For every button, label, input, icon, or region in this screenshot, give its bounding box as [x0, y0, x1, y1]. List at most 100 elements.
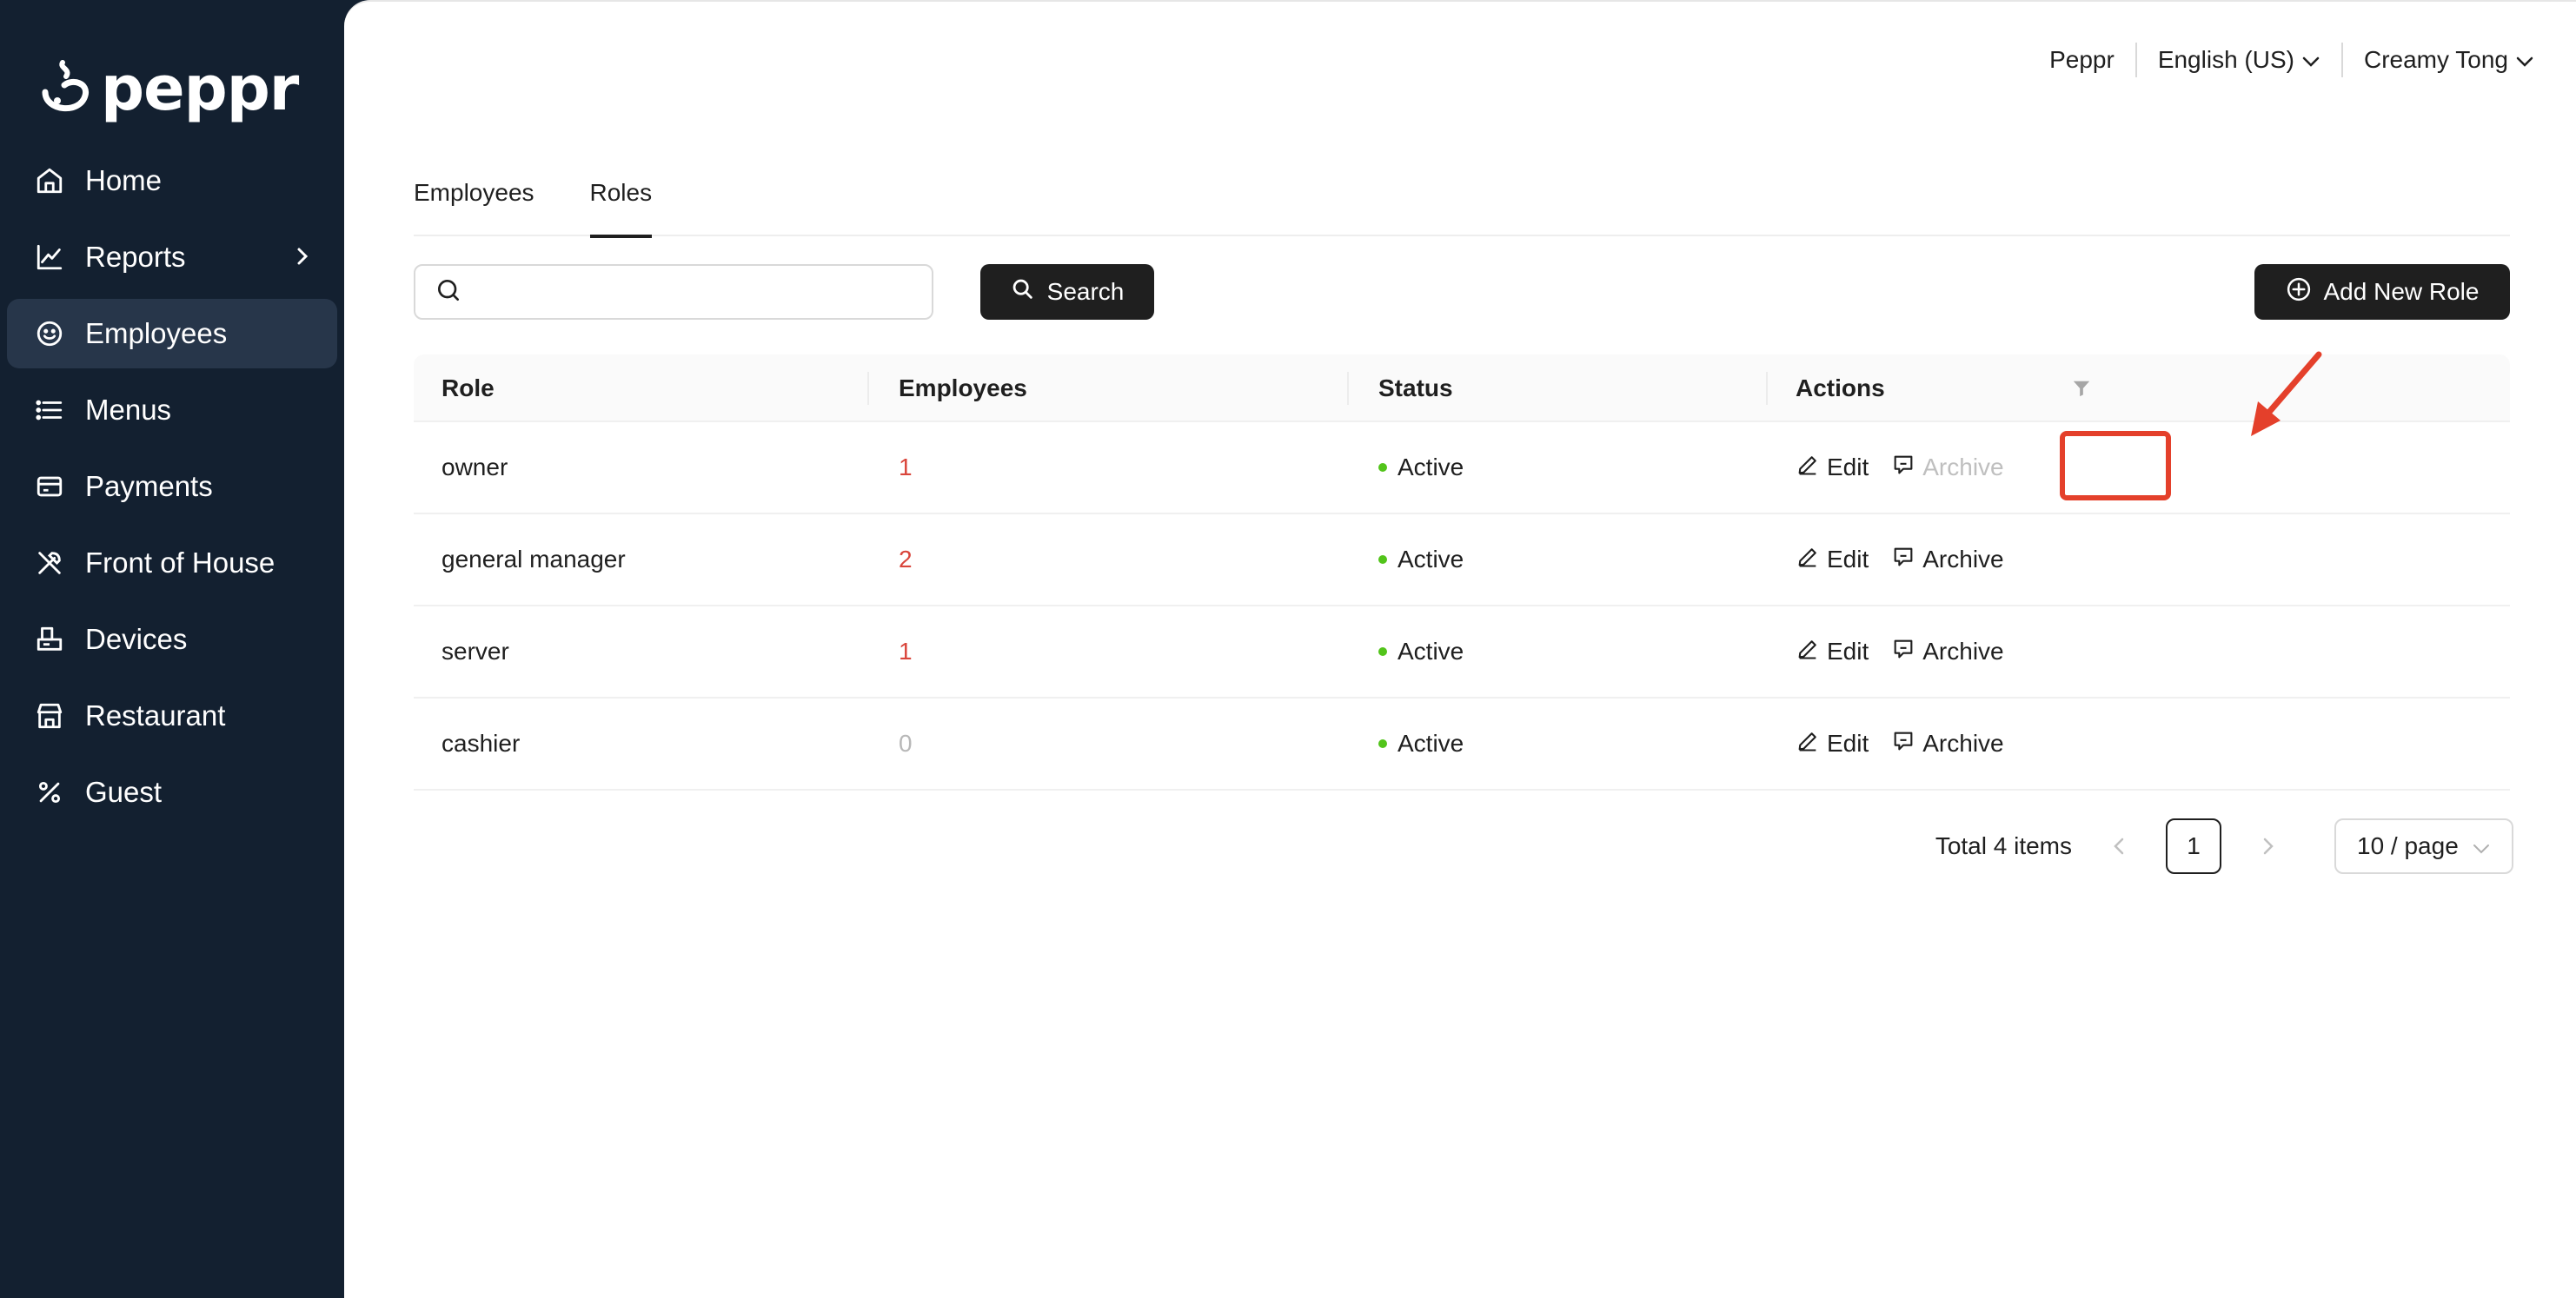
- status-dot: [1378, 739, 1387, 748]
- add-new-role-button[interactable]: Add New Role: [2254, 264, 2510, 320]
- language-label: English (US): [2157, 46, 2294, 73]
- status-dot: [1378, 647, 1387, 656]
- filter-icon[interactable]: [2072, 354, 2091, 422]
- actions-cell: Edit Archive: [1796, 422, 2027, 513]
- page-number-button[interactable]: 1: [2166, 818, 2221, 874]
- search-button[interactable]: Search: [980, 264, 1154, 320]
- role-name: general manager: [442, 546, 626, 573]
- sidebar-item-home[interactable]: Home: [7, 146, 337, 215]
- card-icon: [33, 470, 66, 503]
- org-name: Peppr: [2049, 46, 2115, 73]
- archive-button[interactable]: Archive: [1891, 637, 2004, 667]
- sidebar-item-label: Employees: [85, 317, 228, 349]
- sidebar-item-restaurant[interactable]: Restaurant: [7, 681, 337, 751]
- column-divider: [867, 372, 869, 405]
- sidebar-item-label: Guest: [85, 776, 163, 808]
- sidebar-item-guest[interactable]: Guest: [7, 758, 337, 827]
- total-items: Total 4 items: [1935, 832, 2072, 859]
- search-icon: [1011, 277, 1035, 308]
- sidebar-item-employees[interactable]: Employees: [7, 299, 337, 368]
- role-name: server: [442, 638, 509, 665]
- table-header: Role Employees Status Actions: [414, 354, 2510, 422]
- search-input[interactable]: [475, 278, 909, 306]
- topbar: Peppr English (US) Creamy Tong: [2028, 40, 2534, 80]
- edit-label: Edit: [1827, 638, 1869, 665]
- pencil-icon: [1796, 729, 1820, 759]
- employee-count[interactable]: 2: [899, 514, 913, 605]
- pagination: Total 4 items 1 10 / page: [1935, 818, 2513, 874]
- add-new-role-label: Add New Role: [2323, 278, 2480, 305]
- sidebar-item-label: Front of House: [85, 546, 276, 579]
- search-field[interactable]: [414, 264, 933, 320]
- table-row: general manager 2 Active Edit Archive: [414, 514, 2510, 606]
- role-name: owner: [442, 454, 508, 480]
- actions-cell: Edit Archive: [1796, 514, 2027, 605]
- search-button-label: Search: [1046, 278, 1125, 305]
- smile-icon: [33, 317, 66, 350]
- sidebar-nav: Home Reports Employees Menus Payments Fr…: [0, 146, 344, 834]
- status-cell: Active: [1378, 422, 1464, 513]
- peppr-logo-icon: [42, 60, 90, 111]
- archive-icon: [1891, 545, 1915, 575]
- chevron-down-icon: [2515, 46, 2534, 74]
- actions-cell: Edit Archive: [1796, 699, 2027, 789]
- role-name: cashier: [442, 730, 521, 757]
- status-cell: Active: [1378, 606, 1464, 697]
- table-row: owner 1 Active Edit Archive: [414, 422, 2510, 514]
- sidebar-item-label: Home: [85, 164, 163, 196]
- search-icon: [435, 276, 462, 308]
- peppr-logo[interactable]: peppr: [37, 52, 299, 125]
- sidebar-item-payments[interactable]: Payments: [7, 452, 337, 521]
- user-menu[interactable]: Creamy Tong: [2343, 46, 2534, 74]
- column-header-status: Status: [1378, 374, 1453, 401]
- archive-button[interactable]: Archive: [1891, 545, 2004, 575]
- chart-line-icon: [33, 241, 66, 274]
- status-text: Active: [1398, 638, 1464, 665]
- tab-roles[interactable]: Roles: [589, 172, 652, 238]
- sidebar-item-label: Payments: [85, 470, 213, 502]
- archive-label: Archive: [1922, 454, 2004, 480]
- next-page-icon[interactable]: [2247, 836, 2289, 857]
- status-text: Active: [1398, 454, 1464, 480]
- sidebar-item-front-of-house[interactable]: Front of House: [7, 528, 337, 598]
- prev-page-icon[interactable]: [2098, 836, 2140, 857]
- employee-count[interactable]: 1: [899, 422, 913, 513]
- plus-circle-icon: [2286, 276, 2312, 308]
- chevron-right-icon: [294, 241, 311, 274]
- column-header-employees: Employees: [899, 374, 1027, 401]
- language-selector[interactable]: English (US): [2137, 46, 2341, 74]
- main-content: Peppr English (US) Creamy Tong Employees…: [344, 0, 2576, 1298]
- brand-name: peppr: [101, 53, 299, 124]
- device-icon: [33, 623, 66, 656]
- pencil-icon: [1796, 453, 1820, 483]
- archive-icon: [1891, 729, 1915, 759]
- archive-label: Archive: [1922, 546, 2004, 573]
- edit-button[interactable]: Edit: [1796, 453, 1869, 483]
- edit-button[interactable]: Edit: [1796, 637, 1869, 667]
- edit-button[interactable]: Edit: [1796, 729, 1869, 759]
- sidebar-item-menus[interactable]: Menus: [7, 375, 337, 445]
- status-cell: Active: [1378, 699, 1464, 789]
- status-dot: [1378, 555, 1387, 564]
- tab-employees[interactable]: Employees: [414, 172, 534, 236]
- archive-icon: [1891, 637, 1915, 667]
- chevron-down-icon: [2473, 832, 2490, 860]
- column-header-role: Role: [442, 374, 495, 401]
- status-dot: [1378, 463, 1387, 472]
- status-text: Active: [1398, 730, 1464, 757]
- actions-cell: Edit Archive: [1796, 606, 2027, 697]
- table-row: cashier 0 Active Edit Archive: [414, 699, 2510, 791]
- archive-button[interactable]: Archive: [1891, 453, 2004, 483]
- org-switcher[interactable]: Peppr: [2028, 46, 2135, 74]
- sidebar-item-devices[interactable]: Devices: [7, 605, 337, 674]
- page-size-select[interactable]: 10 / page: [2334, 818, 2513, 874]
- archive-button[interactable]: Archive: [1891, 729, 2004, 759]
- sidebar-item-reports[interactable]: Reports: [7, 222, 337, 292]
- tabs: Employees Roles: [414, 172, 2510, 238]
- sidebar-item-label: Reports: [85, 241, 186, 273]
- utensils-icon: [33, 546, 66, 579]
- edit-button[interactable]: Edit: [1796, 545, 1869, 575]
- roles-table: Role Employees Status Actions owner 1 Ac…: [414, 354, 2510, 791]
- employee-count[interactable]: 1: [899, 606, 913, 697]
- edit-label: Edit: [1827, 546, 1869, 573]
